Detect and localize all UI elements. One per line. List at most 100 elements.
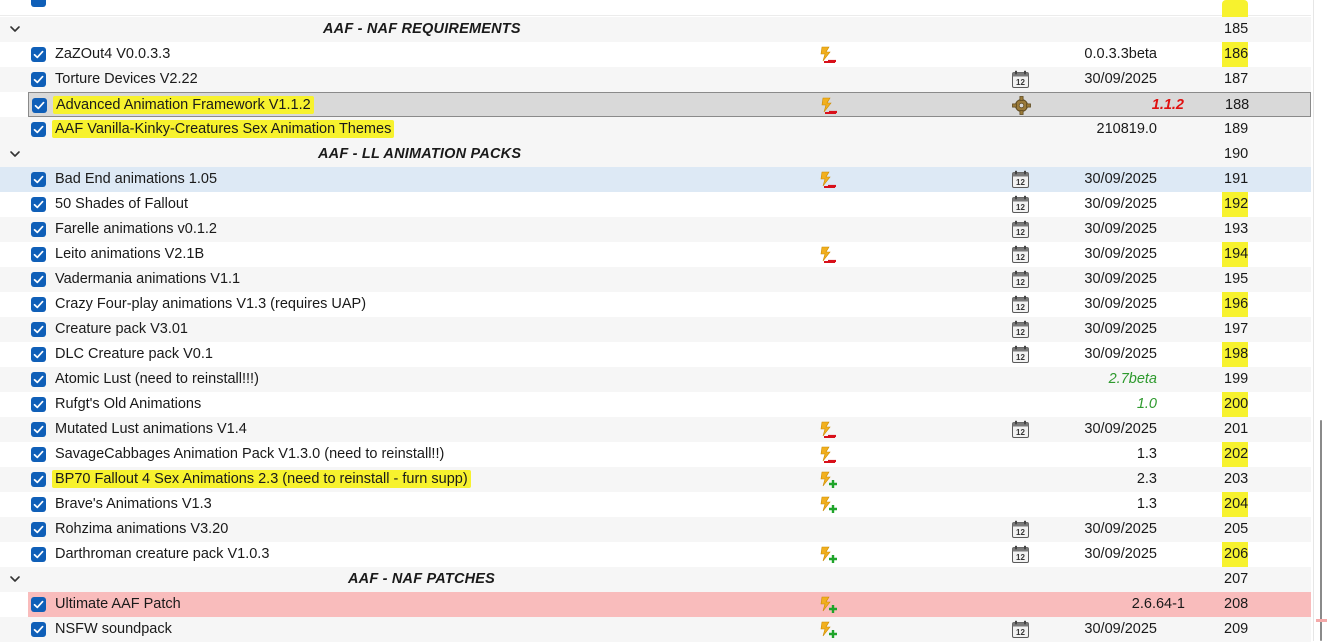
mod-row[interactable]: DLC Creature pack V0.1 12 30/09/2025 198 [0,342,1311,367]
mod-row[interactable]: ZaZOut4 V0.0.3.3 0.0.3.3beta 186 [0,42,1311,67]
mod-row[interactable]: Rohzima animations V3.20 12 30/09/2025 205 [0,517,1311,542]
lightning-minus-icon[interactable] [818,245,838,265]
version-label: 30/09/2025 [1084,346,1157,362]
mod-row[interactable]: Farelle animations v0.1.2 12 30/09/2025 193 [0,217,1311,242]
svg-text:12: 12 [1016,303,1025,312]
mod-row[interactable]: Rufgt's Old Animations 1.0 200 [0,392,1311,417]
mod-row[interactable]: Mutated Lust animations V1.4 12 30/09/2025… [0,417,1311,442]
lightning-minus-icon[interactable] [818,45,838,65]
mod-row[interactable]: Atomic Lust (need to reinstall!!!) 2.7bet… [0,367,1311,392]
checkbox-checked-icon[interactable] [31,372,46,387]
mod-row[interactable]: SavageCabbages Animation Pack V1.3.0 (ne… [0,442,1311,467]
mod-name: NSFW soundpack [55,621,172,637]
priority-label: 191 [1224,171,1249,187]
version-label: 1.1.2 [1151,97,1184,113]
checkbox-checked-icon[interactable] [31,247,46,262]
mod-row[interactable]: Darthroman creature pack V1.0.3 12 30/09/2… [0,542,1311,567]
lightning-plus-icon[interactable] [818,495,838,515]
lightning-plus-icon[interactable] [818,545,838,565]
calendar-icon: 12 [1011,170,1030,189]
mod-row[interactable]: Ultimate AAF Patch 2.6.64-1 208 [28,592,1311,617]
mod-row[interactable]: Vadermania animations V1.1 12 30/09/2025 19… [0,267,1311,292]
mod-row[interactable]: Bad End animations 1.05 12 30/09/2025 191 [0,167,1311,192]
mod-row[interactable]: Torture Devices V2.22 12 30/09/2025 187 [0,67,1311,92]
priority-label: 196 [1224,296,1249,312]
mod-row[interactable]: Crazy Four-play animations V1.3 (require… [0,292,1311,317]
checkbox-checked-icon[interactable] [31,347,46,362]
lightning-plus-icon[interactable] [818,470,838,490]
mod-name: Crazy Four-play animations V1.3 (require… [55,296,367,312]
checkbox-checked-icon[interactable] [31,622,46,637]
checkbox-checked-icon[interactable] [31,72,46,87]
checkbox-checked-icon[interactable] [31,522,46,537]
calendar-icon: 12 [1011,295,1030,314]
priority-label: 205 [1224,521,1249,537]
priority-label: 192 [1224,196,1249,212]
calendar-icon: 12 [1011,620,1030,639]
lightning-minus-icon[interactable] [818,170,838,190]
version-label: 30/09/2025 [1084,546,1157,562]
svg-text:12: 12 [1016,203,1025,212]
svg-text:12: 12 [1016,553,1025,562]
chevron-down-icon[interactable] [8,147,22,161]
version-label: 2.6.64-1 [1131,596,1185,612]
checkbox-checked-icon[interactable] [31,547,46,562]
scrollbar-thumb[interactable] [1320,420,1322,641]
priority-label: 185 [1224,21,1249,37]
mod-row[interactable]: BP70 Fallout 4 Sex Animations 2.3 (need … [0,467,1311,492]
chevron-down-icon[interactable] [8,22,22,36]
mod-row[interactable]: Creature pack V3.01 12 30/09/2025 197 [0,317,1311,342]
priority-label: 190 [1224,146,1249,162]
lightning-plus-icon[interactable] [818,595,838,615]
svg-text:12: 12 [1016,428,1025,437]
mod-name: Brave's Animations V1.3 [55,496,212,512]
checkbox-checked-icon[interactable] [31,172,46,187]
vertical-scrollbar[interactable] [1313,0,1328,641]
checkbox-checked-icon[interactable] [31,397,46,412]
priority-label: 195 [1224,271,1249,287]
checkbox-checked-icon[interactable] [31,297,46,312]
version-label: 2.3 [1136,471,1157,487]
checkbox-checked-icon[interactable] [31,222,46,237]
mod-name: Mutated Lust animations V1.4 [55,421,247,437]
chevron-down-icon[interactable] [8,572,22,586]
checkbox-checked-icon[interactable] [31,472,46,487]
mod-row[interactable]: 50 Shades of Fallout 12 30/09/2025 192 [0,192,1311,217]
lightning-plus-icon[interactable] [818,620,838,640]
checkbox-checked-icon[interactable] [31,447,46,462]
checkbox-checked-icon[interactable] [31,272,46,287]
priority-label: 202 [1224,446,1249,462]
gear-icon [1012,96,1031,115]
svg-text:12: 12 [1016,228,1025,237]
separator-row[interactable]: AAF - NAF PATCHES 207 [0,567,1311,592]
lightning-minus-icon[interactable] [818,420,838,440]
svg-text:12: 12 [1016,178,1025,187]
mod-row[interactable]: Brave's Animations V1.3 1.3 204 [0,492,1311,517]
priority-label: 193 [1224,221,1249,237]
version-label: 30/09/2025 [1084,271,1157,287]
separator-row[interactable]: AAF - LL ANIMATION PACKS 190 [0,142,1311,167]
checkbox-checked-icon[interactable] [31,47,46,62]
mod-row[interactable]: Advanced Animation Framework V1.1.2 1.1.2… [28,92,1311,117]
lightning-minus-icon[interactable] [818,445,838,465]
checkbox-checked-icon[interactable] [31,597,46,612]
checkbox-checked-icon[interactable] [31,122,46,137]
checkbox-checked-icon[interactable] [32,98,47,113]
checkbox-checked-icon[interactable] [31,197,46,212]
calendar-icon: 12 [1011,245,1030,264]
checkbox-checked-icon[interactable] [31,497,46,512]
separator-row[interactable]: AAF - NAF REQUIREMENTS 185 [0,17,1311,42]
priority-label: 189 [1224,121,1249,137]
version-label: 30/09/2025 [1084,621,1157,637]
version-label: 30/09/2025 [1084,246,1157,262]
name-highlight: AAF Vanilla-Kinky-Creatures Sex Animatio… [52,120,395,138]
mod-row[interactable]: Leito animations V2.1B 12 30/09/2025 194 [0,242,1311,267]
mod-row[interactable]: AAF Vanilla-Kinky-Creatures Sex Animatio… [0,117,1311,142]
priority-label: 200 [1224,396,1249,412]
checkbox-checked-icon[interactable] [31,0,46,7]
mod-row[interactable]: NSFW soundpack 12 30/09/2025 209 [0,617,1311,642]
checkbox-checked-icon[interactable] [31,422,46,437]
lightning-minus-icon[interactable] [819,96,839,116]
calendar-icon: 12 [1011,420,1030,439]
checkbox-checked-icon[interactable] [31,322,46,337]
